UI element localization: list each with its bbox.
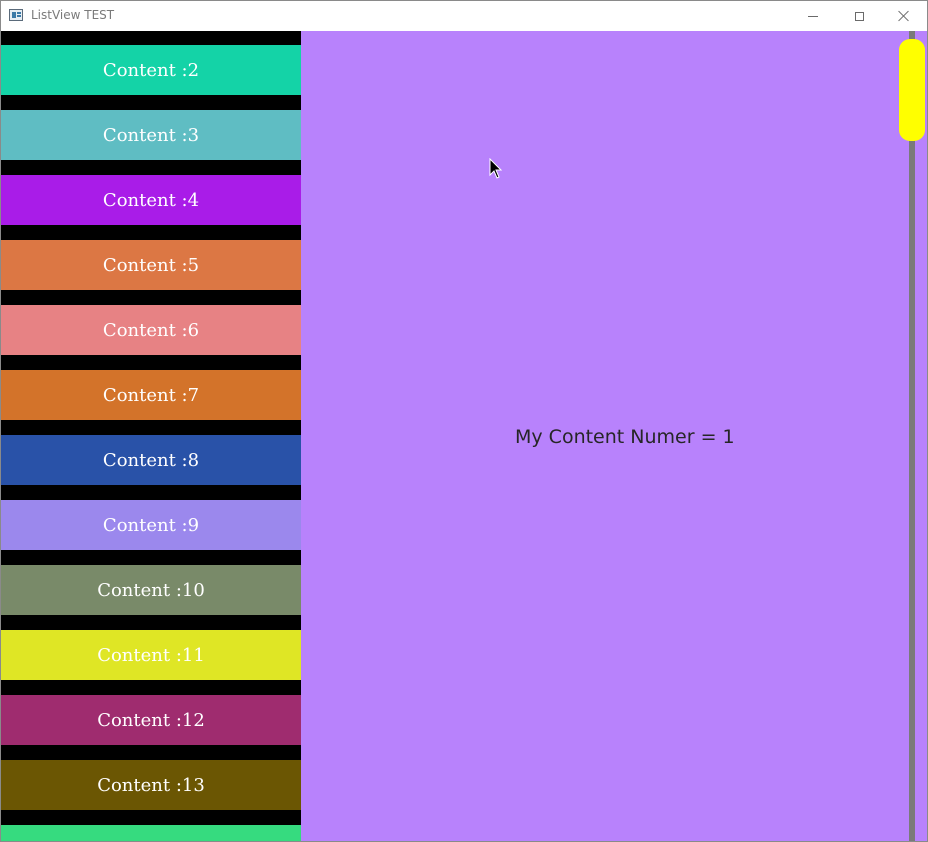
list-item[interactable]: Content :5 (1, 240, 301, 290)
list-item[interactable]: Content :13 (1, 760, 301, 810)
list-item[interactable]: Content :9 (1, 500, 301, 550)
list-item[interactable]: Content :14 (1, 825, 301, 841)
window-title: ListView TEST (31, 8, 115, 22)
list-item[interactable]: Content :3 (1, 110, 301, 160)
close-icon (898, 10, 910, 22)
list-view[interactable]: Content :2 Content :3 Content :4 Content :5… (1, 31, 301, 841)
title-bar[interactable]: ListView TEST (1, 1, 927, 31)
list-item[interactable]: Content :2 (1, 45, 301, 95)
app-window-icon (9, 9, 23, 21)
mouse-pointer-icon (489, 158, 503, 179)
list-item[interactable]: Content :6 (1, 305, 301, 355)
minimize-button[interactable] (790, 1, 836, 31)
list-item[interactable]: Content :11 (1, 630, 301, 680)
maximize-icon (854, 11, 864, 21)
maximize-button[interactable] (836, 1, 882, 31)
scrollbar-thumb[interactable] (899, 39, 925, 141)
app-window: ListView TEST Content :2 Content :3 Conten… (0, 0, 928, 842)
list-item[interactable]: Content :7 (1, 370, 301, 420)
list-item[interactable]: Content :8 (1, 435, 301, 485)
minimize-icon (808, 15, 818, 17)
list-item[interactable]: Content :4 (1, 175, 301, 225)
close-button[interactable] (881, 1, 927, 31)
content-panel: My Content Numer = 1 (301, 31, 927, 841)
list-item[interactable]: Content :10 (1, 565, 301, 615)
client-area: Content :2 Content :3 Content :4 Content :5… (1, 31, 927, 841)
scrollbar-track[interactable] (909, 31, 915, 841)
content-number-label: My Content Numer = 1 (515, 426, 735, 448)
list-item[interactable]: Content :12 (1, 695, 301, 745)
